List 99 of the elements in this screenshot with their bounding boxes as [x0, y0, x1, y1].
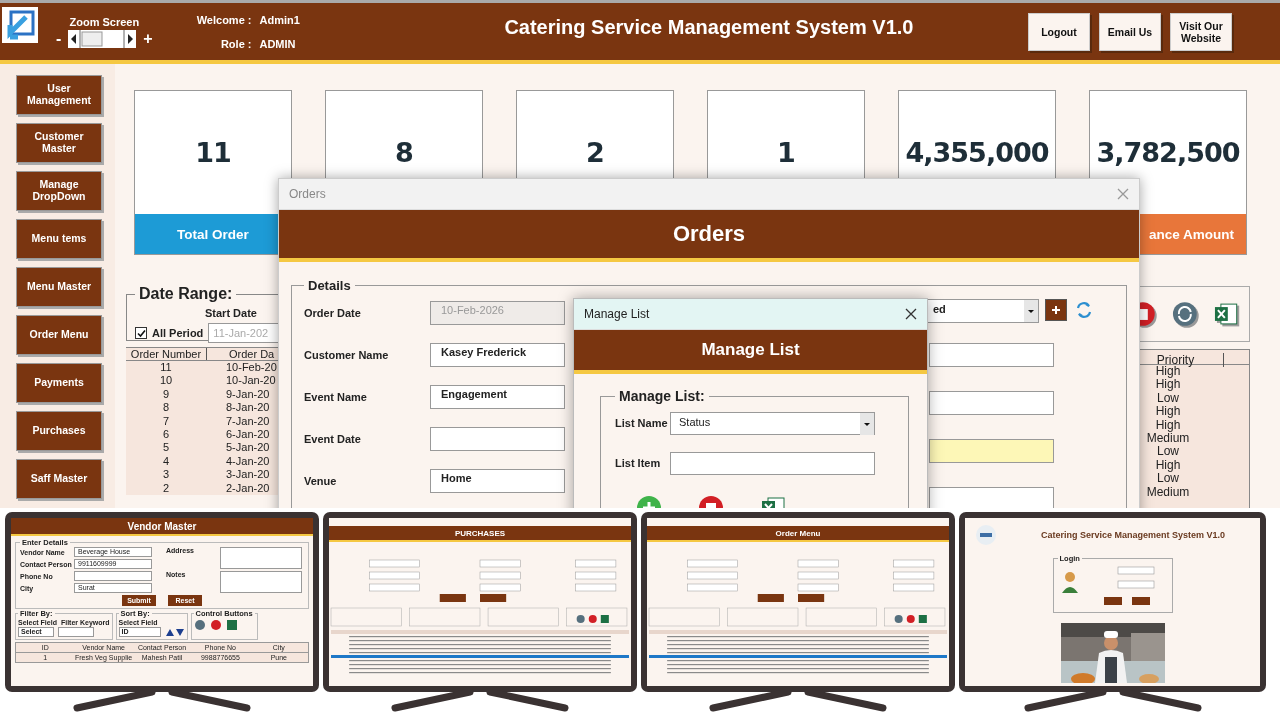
- field-label: Event Name: [304, 391, 368, 403]
- table-cell-text: 7-Jan-20: [225, 414, 271, 428]
- table-cell-text: 10-Jan-20: [225, 374, 277, 388]
- table-cell-text: Medium: [1145, 432, 1191, 446]
- table-cell-text: Medium: [1145, 485, 1191, 500]
- all-period-label: All Period: [152, 327, 204, 339]
- date-range-title: Date Range:: [138, 285, 234, 303]
- list-name-dropdown[interactable]: Status: [670, 411, 875, 435]
- sidebar-button[interactable]: Menu tems: [16, 219, 102, 259]
- field-label: List Name: [615, 417, 669, 429]
- table-cell-text: 5-Jan-20: [225, 441, 271, 455]
- input-field[interactable]: Kasey Frederick: [430, 343, 565, 367]
- table-cell-text: High: [1154, 458, 1182, 473]
- column-header: Order Da: [228, 348, 276, 360]
- table-cell-text: High: [1154, 365, 1181, 379]
- sidebar-button[interactable]: Customer Master: [16, 123, 102, 163]
- sidebar-button[interactable]: Menu Master: [16, 267, 102, 307]
- table-cell-text: 3: [161, 468, 171, 482]
- keyword-field[interactable]: [58, 627, 94, 637]
- dialog-banner: Orders: [279, 210, 1139, 262]
- field-label: Venue: [304, 475, 338, 487]
- app-title: Catering Service Management System V1.0: [503, 16, 915, 39]
- zoom-scrollbar[interactable]: [68, 29, 137, 48]
- role-label: Role :: [219, 37, 252, 50]
- close-icon[interactable]: [905, 308, 917, 320]
- kpi-value: 8: [395, 137, 413, 168]
- header-button[interactable]: Logout: [1028, 12, 1090, 51]
- table-cell-text: High: [1154, 405, 1182, 419]
- kpi-value: 11: [195, 137, 231, 168]
- table-cell-text: 7: [161, 414, 171, 428]
- table-cell-text: 11: [159, 361, 173, 375]
- sidebar-button[interactable]: Saff Master: [16, 459, 102, 499]
- table-cell-text: 10-Feb-20: [225, 361, 278, 375]
- field-label: List Item: [615, 457, 662, 469]
- input-field[interactable]: Home: [430, 469, 565, 493]
- table-cell-text: 4-Jan-20: [225, 454, 271, 469]
- table-cell-text: Low: [1157, 391, 1179, 406]
- zoom-in-button[interactable]: +: [143, 29, 153, 48]
- window-title: Orders: [289, 187, 326, 201]
- sidebar-button[interactable]: User Management: [16, 75, 102, 115]
- welcome-label: Welcome :: [196, 13, 252, 26]
- field-label: Event Date: [304, 433, 362, 445]
- table-cell-text: 4: [161, 454, 171, 469]
- table-cell-text: 9: [161, 387, 171, 402]
- input-field[interactable]: Engagement: [430, 385, 565, 409]
- field-label: Customer Name: [304, 349, 390, 361]
- table-cell-text: Low: [1156, 445, 1180, 459]
- kpi-value: 4,355,000: [905, 137, 1049, 168]
- sidebar-button[interactable]: Manage DropDown: [16, 171, 102, 211]
- screen-title-bar: Order Menu: [647, 526, 949, 542]
- table-cell-text: High: [1154, 418, 1182, 433]
- all-period-checkbox[interactable]: [135, 327, 147, 339]
- dialog-banner: Manage List: [574, 330, 927, 374]
- column-header: Order Number: [126, 348, 207, 360]
- table-cell-text: 8-Jan-20: [225, 401, 271, 415]
- logo-icon: [975, 524, 997, 546]
- table-cell-text: 3-Jan-20: [225, 468, 271, 482]
- sort-arrows-icon[interactable]: [164, 627, 185, 637]
- table-cell-text: 2-Jan-20: [225, 481, 271, 495]
- kpi-value: 1: [777, 137, 795, 168]
- input-field[interactable]: [220, 547, 302, 569]
- user-role: ADMIN: [259, 37, 297, 50]
- input-field[interactable]: [929, 487, 1054, 511]
- sidebar-button[interactable]: Order Menu: [16, 315, 102, 355]
- table-cell-text: High: [1154, 378, 1182, 392]
- table-cell-text: 2: [161, 481, 171, 495]
- input-field[interactable]: [430, 427, 565, 451]
- table-cell-text: 6-Jan-20: [225, 427, 271, 442]
- section-title: Details: [307, 278, 352, 293]
- screen-title-bar: Vendor Master: [11, 518, 313, 536]
- input-field[interactable]: [74, 571, 152, 581]
- start-date-label: Start Date: [205, 307, 257, 319]
- header-button[interactable]: Email Us: [1099, 12, 1161, 51]
- kpi-value: 3,782,500: [1096, 137, 1240, 168]
- list-item-field[interactable]: [670, 451, 875, 475]
- sidebar-button[interactable]: Payments: [16, 363, 102, 403]
- window-title: Manage List: [584, 307, 650, 321]
- header-button[interactable]: Visit Our Website: [1170, 12, 1232, 51]
- user-name: Admin1: [259, 13, 300, 26]
- section-title: Manage List:: [618, 388, 706, 404]
- zoom-label: Zoom Screen: [69, 15, 140, 28]
- input-field[interactable]: [220, 571, 302, 593]
- input-field[interactable]: [929, 439, 1054, 463]
- screen-title: Catering Service Management System V1.0: [1041, 530, 1226, 540]
- logo-icon: [2, 7, 38, 43]
- sidebar-button[interactable]: Purchases: [16, 411, 102, 451]
- table-cell-text: 8: [161, 401, 171, 415]
- screen-title-bar: PURCHASES: [329, 526, 631, 542]
- table-cell-text: 5: [161, 441, 171, 455]
- zoom-out-button[interactable]: -: [56, 29, 62, 48]
- input-field[interactable]: [929, 343, 1054, 367]
- input-field[interactable]: [929, 391, 1054, 415]
- table-cell-text: Low: [1157, 472, 1179, 486]
- kpi-value: 2: [586, 137, 604, 168]
- table-cell-text: 10: [158, 374, 174, 388]
- field-label: Order Date: [304, 307, 362, 319]
- table-cell-text: 9-Jan-20: [225, 387, 271, 402]
- add-button[interactable]: [1045, 299, 1067, 321]
- table-cell-text: 6: [161, 427, 171, 442]
